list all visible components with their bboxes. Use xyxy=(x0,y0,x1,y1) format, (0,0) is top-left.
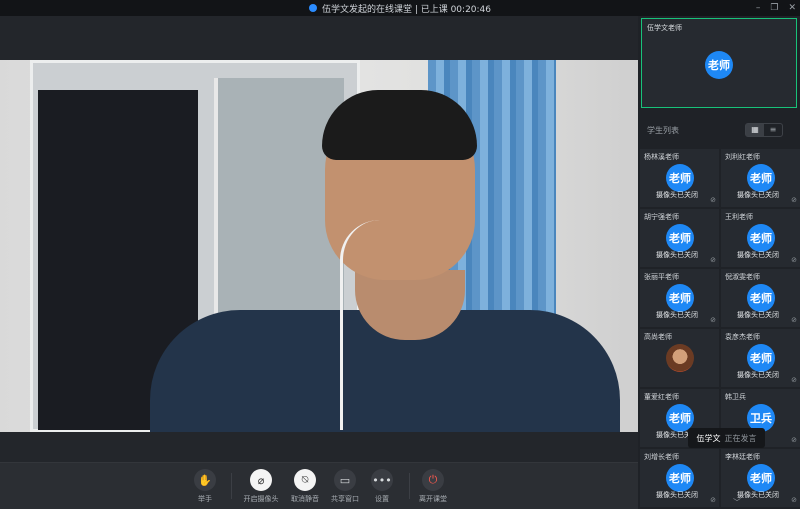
earphone-cable xyxy=(340,220,400,430)
student-name: 刘增长老师 xyxy=(644,453,679,461)
speaker-name: 伍学文 xyxy=(696,433,721,443)
student-list-header: 学生列表 ▦ ≡ xyxy=(638,120,800,142)
teacher-name: 伍学文老师 xyxy=(647,24,682,32)
scroll-down-icon[interactable]: ﹀ xyxy=(733,497,741,508)
student-avatar: 老师 xyxy=(747,164,775,192)
camera-status: 摄像头已关闭 xyxy=(737,311,779,319)
student-tile[interactable]: 袁彦杰老师 老师 摄像头已关闭 ⊘ xyxy=(721,329,800,387)
app-logo-icon xyxy=(308,4,317,12)
main-stage xyxy=(0,16,638,509)
speaker-status: 正在发言 xyxy=(724,433,757,443)
student-avatar: 老师 xyxy=(747,284,775,312)
student-name: 张丽平老师 xyxy=(644,273,679,281)
student-list-title: 学生列表 xyxy=(647,126,679,135)
student-avatar: 老师 xyxy=(666,464,694,492)
mic-muted-icon: ⊘ xyxy=(710,256,716,264)
student-tile[interactable]: 刘利红老师 老师 摄像头已关闭 ⊘ xyxy=(721,149,800,207)
teacher-video-tile[interactable]: 伍学文老师 老师 xyxy=(641,18,797,108)
camera-status: 摄像头已关闭 xyxy=(737,491,779,499)
student-tile[interactable]: 刘增长老师 老师 摄像头已关闭 ⊘ xyxy=(640,449,719,507)
student-avatar: 老师 xyxy=(747,224,775,252)
hand-icon: ✋ xyxy=(194,469,216,491)
student-name: 杨林溪老师 xyxy=(644,153,679,161)
student-name: 倪淑雯老师 xyxy=(725,273,760,281)
student-tile[interactable]: 王利老师 老师 摄像头已关闭 ⊘ xyxy=(721,209,800,267)
window-controls: – ❐ ✕ xyxy=(756,0,796,16)
camera-status: 摄像头已关闭 xyxy=(737,191,779,199)
grid-view-icon[interactable]: ▦ xyxy=(746,124,764,136)
mic-muted-icon: ⊘ xyxy=(791,496,797,504)
student-photo-avatar xyxy=(666,344,694,372)
student-name: 刘利红老师 xyxy=(725,153,760,161)
list-view-icon[interactable]: ≡ xyxy=(764,124,782,136)
student-name: 袁彦杰老师 xyxy=(725,333,760,341)
mic-muted-icon: ⊘ xyxy=(791,256,797,264)
close-button[interactable]: ✕ xyxy=(788,3,796,13)
teacher-video-feed xyxy=(0,60,638,432)
mic-muted-icon: ⊘ xyxy=(710,316,716,324)
mic-off-icon: ⍉ xyxy=(294,469,316,491)
student-name: 王利老师 xyxy=(725,213,753,221)
speaking-indicator: 伍学文 正在发言 xyxy=(688,428,765,448)
leave-class-label: 离开课堂 xyxy=(419,495,447,503)
window-title: 伍学文发起的在线课堂 | 已上课 00:20:46 xyxy=(321,4,492,15)
mic-muted-icon: ⊘ xyxy=(710,496,716,504)
student-name: 胡宁强老师 xyxy=(644,213,679,221)
settings-label: 设置 xyxy=(375,495,389,503)
camera-status: 摄像头已关闭 xyxy=(737,251,779,259)
student-tile[interactable]: 高尚老师 xyxy=(640,329,719,387)
student-name: 董爱红老师 xyxy=(644,393,679,401)
student-name: 高尚老师 xyxy=(644,333,672,341)
more-icon: ••• xyxy=(371,469,393,491)
student-avatar: 老师 xyxy=(747,464,775,492)
title-bar: 伍学文发起的在线课堂 | 已上课 00:20:46 – ❐ ✕ xyxy=(0,0,800,16)
mic-muted-icon: ⊘ xyxy=(791,436,797,444)
power-icon: ⏻ xyxy=(422,469,444,491)
student-avatar: 老师 xyxy=(666,164,694,192)
student-tile[interactable]: 张丽平老师 老师 摄像头已关闭 ⊘ xyxy=(640,269,719,327)
camera-status: 摄像头已关闭 xyxy=(656,191,698,199)
mic-muted-icon: ⊘ xyxy=(791,196,797,204)
camera-toggle-label: 开启摄像头 xyxy=(243,495,279,503)
student-avatar: 老师 xyxy=(666,284,694,312)
student-name: 李林廷老师 xyxy=(725,453,760,461)
maximize-button[interactable]: ❐ xyxy=(770,3,778,13)
student-tile[interactable]: 杨林溪老师 老师 摄像头已关闭 ⊘ xyxy=(640,149,719,207)
settings-button[interactable]: ••• 设置 xyxy=(357,469,407,504)
camera-status: 摄像头已关闭 xyxy=(656,311,698,319)
raise-hand-label: 举手 xyxy=(198,495,212,503)
student-avatar: 老师 xyxy=(747,344,775,372)
camera-toggle-button[interactable]: ⌀ 开启摄像头 xyxy=(236,469,286,504)
camera-off-icon: ⌀ xyxy=(250,469,272,491)
mic-muted-icon: ⊘ xyxy=(710,196,716,204)
view-toggle: ▦ ≡ xyxy=(745,123,783,137)
student-name: 韩卫兵 xyxy=(725,393,746,401)
minimize-button[interactable]: – xyxy=(756,3,761,13)
leave-class-button[interactable]: ⏻ 离开课堂 xyxy=(408,469,458,504)
share-screen-icon: ▭ xyxy=(334,469,356,491)
camera-status: 摄像头已关闭 xyxy=(737,371,779,379)
classroom-toolbar: ✋ 举手 ⌀ 开启摄像头 ⍉ 取消静音 ▭ 共享窗口 ••• 设置 ⏻ 离开课堂 xyxy=(0,462,638,509)
student-avatar: 老师 xyxy=(666,224,694,252)
student-tile[interactable]: 倪淑雯老师 老师 摄像头已关闭 ⊘ xyxy=(721,269,800,327)
camera-status: 摄像头已关闭 xyxy=(656,251,698,259)
teacher-avatar: 老师 xyxy=(705,51,733,79)
mic-muted-icon: ⊘ xyxy=(791,376,797,384)
camera-status: 摄像头已关闭 xyxy=(656,491,698,499)
mic-muted-icon: ⊘ xyxy=(791,316,797,324)
student-tile[interactable]: 胡宁强老师 老师 摄像头已关闭 ⊘ xyxy=(640,209,719,267)
raise-hand-button[interactable]: ✋ 举手 xyxy=(180,469,230,504)
